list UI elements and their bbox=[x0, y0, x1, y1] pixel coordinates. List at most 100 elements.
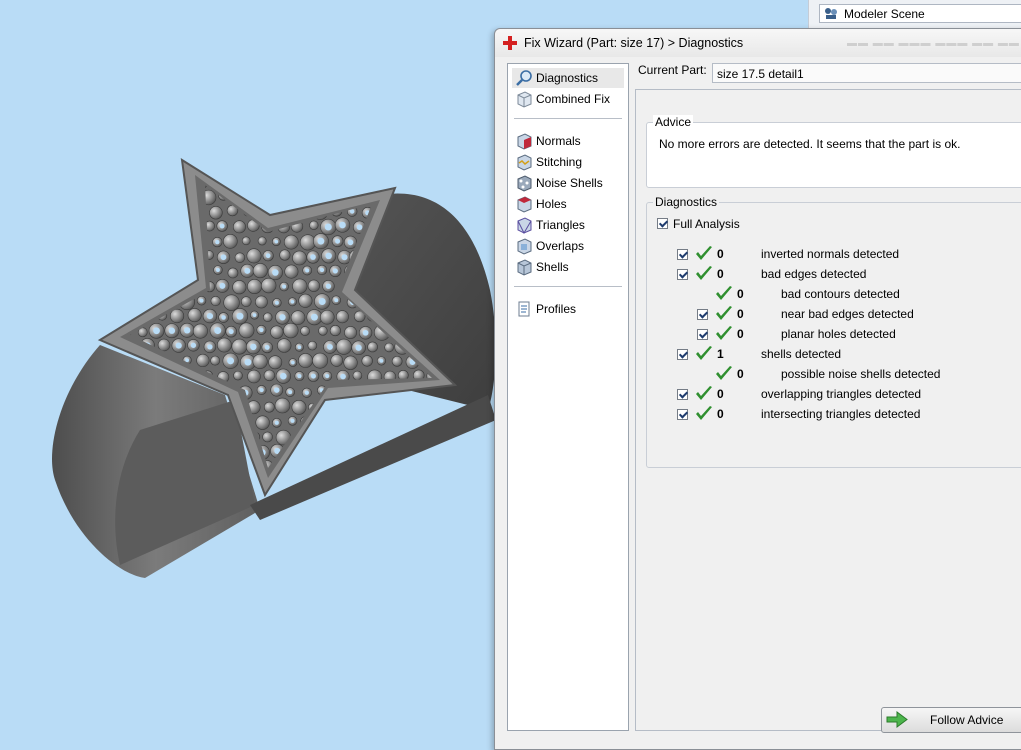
modeler-scene-label: Modeler Scene bbox=[844, 7, 925, 21]
diagnostic-checkbox[interactable] bbox=[677, 349, 688, 360]
pave-stone bbox=[165, 185, 179, 188]
pave-stone bbox=[155, 280, 170, 295]
diagnostic-row: 1 shells detected bbox=[647, 346, 1021, 364]
full-analysis-checkbox[interactable] bbox=[657, 218, 668, 229]
pave-stone bbox=[300, 448, 310, 458]
stone-hole bbox=[317, 237, 325, 245]
stone-hole bbox=[259, 388, 264, 393]
nav-item-shells[interactable]: Shells bbox=[512, 257, 624, 277]
nav-item-triangles[interactable]: Triangles bbox=[512, 215, 624, 235]
stone-hole bbox=[219, 282, 226, 289]
advice-title: Advice bbox=[653, 115, 694, 129]
stone-hole bbox=[339, 221, 346, 229]
stone-hole bbox=[159, 192, 166, 199]
stone-hole bbox=[325, 252, 332, 260]
wizard-titlebar[interactable]: Fix Wizard (Part: size 17) > Diagnostics… bbox=[495, 29, 1021, 57]
normals-cube-icon bbox=[517, 133, 532, 150]
current-part-select[interactable]: size 17.5 detail1 bbox=[712, 63, 1021, 83]
pave-stone bbox=[136, 296, 147, 308]
pave-stone bbox=[312, 352, 329, 369]
pave-stone bbox=[290, 310, 306, 325]
nav-item-stitching[interactable]: Stitching bbox=[512, 152, 624, 172]
pave-stone bbox=[316, 446, 329, 459]
pave-stone bbox=[298, 353, 313, 368]
pave-stone bbox=[322, 193, 332, 203]
stone-hole bbox=[252, 313, 257, 317]
stone-hole bbox=[289, 178, 295, 184]
stone-hole bbox=[305, 268, 310, 273]
diagnostic-count: 0 bbox=[737, 287, 744, 301]
diagnostic-checkbox[interactable] bbox=[697, 329, 708, 340]
pave-stone bbox=[130, 236, 131, 246]
diagnostic-row: 0 bad edges detected bbox=[647, 266, 1021, 284]
stone-hole bbox=[430, 195, 432, 201]
stone-hole bbox=[385, 432, 392, 439]
pave-stone bbox=[130, 253, 138, 263]
nav-item-diagnostics[interactable]: Diagnostics bbox=[512, 68, 624, 88]
stone-hole bbox=[297, 345, 302, 350]
diagnostic-row: 0 planar holes detected bbox=[647, 326, 1021, 344]
stone-hole bbox=[340, 194, 345, 198]
pave-stone bbox=[223, 294, 240, 311]
modeler-scene-tab[interactable]: Modeler Scene bbox=[808, 0, 1021, 29]
pave-stone bbox=[262, 431, 273, 443]
diagnostic-label: inverted normals detected bbox=[761, 247, 900, 261]
nav-item-noise-shells[interactable]: Noise Shells bbox=[512, 173, 624, 193]
pave-stone bbox=[384, 342, 394, 353]
diagnostic-checkbox[interactable] bbox=[677, 249, 688, 260]
pave-stone bbox=[163, 233, 179, 249]
nav-item-profiles[interactable]: Profiles bbox=[512, 299, 624, 319]
modeler-scene-icon bbox=[825, 8, 837, 19]
stone-hole bbox=[147, 285, 152, 290]
magnifier-icon bbox=[516, 70, 532, 86]
pave-stone bbox=[344, 326, 357, 339]
pave-stone bbox=[173, 192, 185, 203]
stone-hole bbox=[124, 180, 128, 184]
diagnostics-title: Diagnostics bbox=[653, 195, 720, 209]
ring-model[interactable] bbox=[0, 0, 520, 734]
pave-stone bbox=[330, 354, 344, 367]
stone-hole bbox=[155, 239, 161, 245]
nav-item-combined-fix[interactable]: Combined Fix bbox=[512, 89, 624, 109]
pave-stone bbox=[437, 179, 445, 187]
nav-item-overlaps[interactable]: Overlaps bbox=[512, 236, 624, 256]
pave-stone bbox=[106, 236, 115, 245]
diagnostic-label: planar holes detected bbox=[781, 327, 896, 341]
stone-hole bbox=[274, 387, 280, 393]
pave-stone bbox=[255, 295, 268, 309]
diagnostic-row: 0 inverted normals detected bbox=[647, 246, 1021, 264]
pave-stone bbox=[112, 311, 125, 324]
follow-advice-button[interactable]: Follow Advice bbox=[881, 707, 1021, 733]
pave-stone bbox=[318, 326, 328, 336]
stone-hole bbox=[340, 373, 346, 380]
pave-stone bbox=[284, 185, 300, 189]
stone-hole bbox=[319, 267, 325, 273]
stone-hole bbox=[379, 358, 384, 363]
diagnostic-checkbox[interactable] bbox=[697, 309, 708, 320]
stone-hole bbox=[324, 223, 332, 231]
nav-item-normals[interactable]: Normals bbox=[512, 131, 624, 151]
pave-stone bbox=[130, 185, 131, 187]
pave-stone bbox=[440, 187, 456, 203]
stone-hole bbox=[384, 401, 392, 409]
diagnostic-checkbox[interactable] bbox=[677, 409, 688, 420]
diagnostics-page: Advice No more errors are detected. It s… bbox=[635, 89, 1021, 731]
stone-hole bbox=[215, 268, 220, 272]
stone-hole bbox=[244, 267, 251, 274]
pave-stone bbox=[425, 457, 432, 468]
diagnostic-checkbox[interactable] bbox=[677, 389, 688, 400]
pave-stone bbox=[299, 185, 312, 187]
diagnostic-checkbox[interactable] bbox=[677, 269, 688, 280]
nav-item-holes[interactable]: Holes bbox=[512, 194, 624, 214]
stone-hole bbox=[207, 344, 213, 350]
pave-stone bbox=[335, 310, 349, 324]
pave-stone bbox=[444, 463, 452, 471]
stone-hole bbox=[250, 343, 257, 351]
stone-hole bbox=[325, 283, 332, 289]
pave-stone bbox=[373, 185, 389, 191]
pave-stone bbox=[307, 340, 318, 351]
pave-stone bbox=[196, 353, 210, 368]
noise-shells-icon bbox=[517, 175, 532, 192]
pave-stone bbox=[105, 204, 119, 218]
stone-hole bbox=[221, 315, 226, 320]
